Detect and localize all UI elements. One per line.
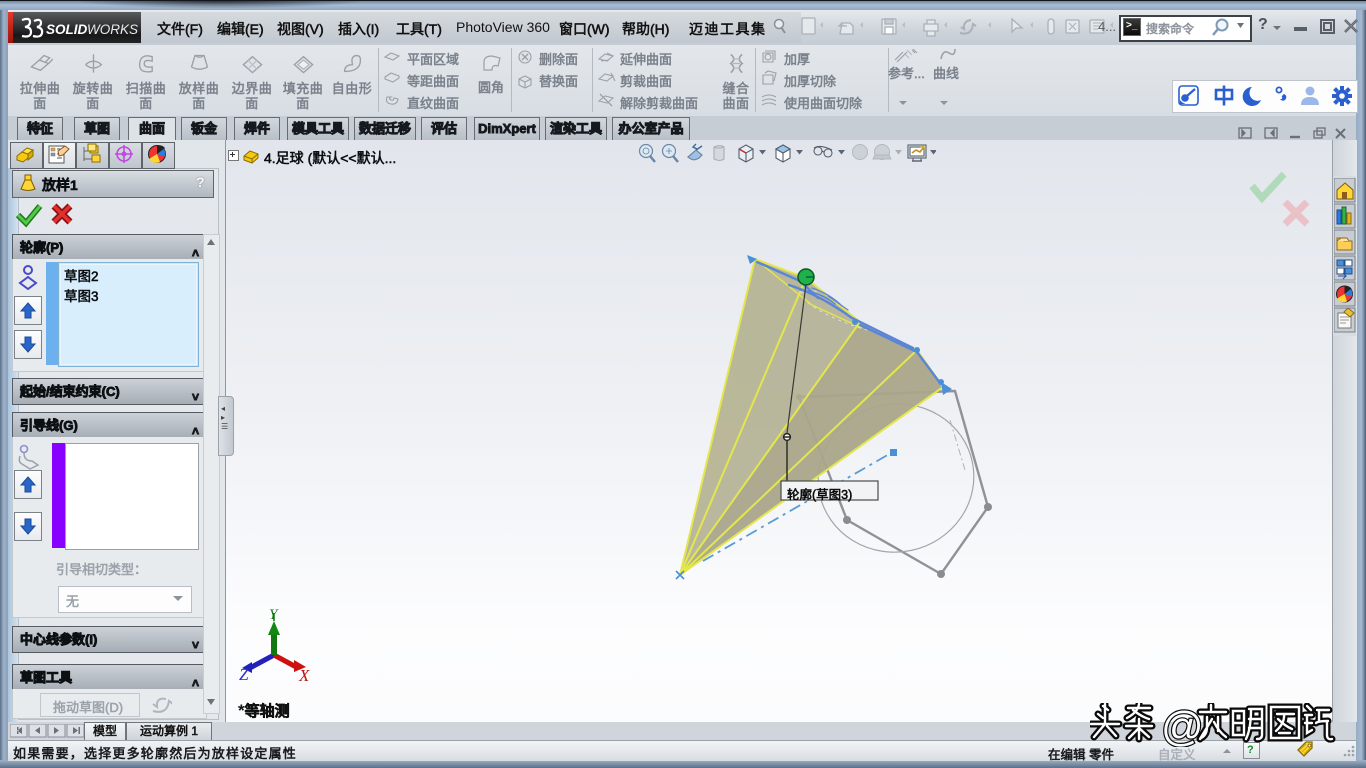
svg-text:X: X bbox=[298, 666, 310, 685]
svg-text:@: @ bbox=[1161, 703, 1204, 747]
svg-text:Z: Z bbox=[239, 665, 249, 684]
svg-text:SOLID: SOLID bbox=[46, 22, 88, 37]
svg-text:WORKS: WORKS bbox=[87, 22, 138, 37]
svg-text:Y: Y bbox=[269, 607, 279, 623]
